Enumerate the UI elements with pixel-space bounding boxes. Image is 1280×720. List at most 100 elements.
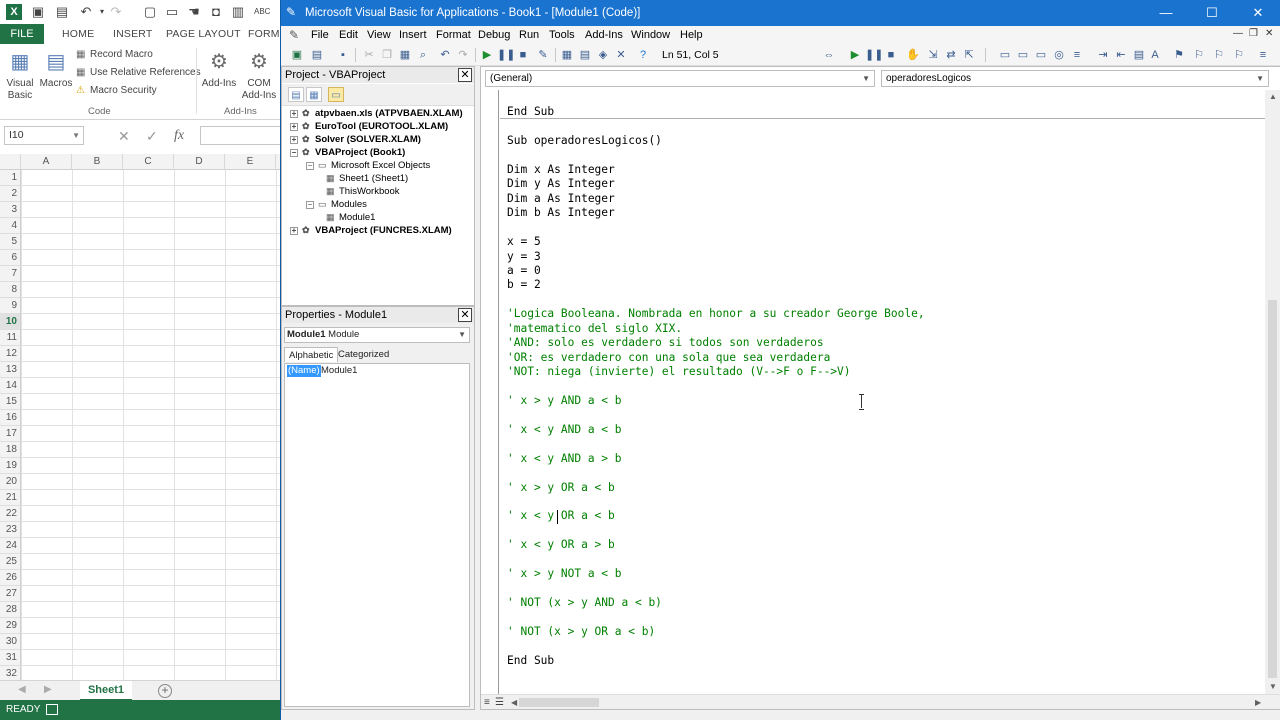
row-header[interactable]: 14	[0, 378, 20, 394]
collapse-icon[interactable]: −	[290, 149, 298, 157]
code-line[interactable]: Dim x As Integer	[507, 163, 615, 177]
property-row-name[interactable]: (Name) Module1	[285, 364, 469, 378]
step-into-icon[interactable]: ⇲	[925, 47, 941, 63]
project-explorer-icon[interactable]: ▦	[559, 47, 575, 63]
project-tree-item[interactable]: + ✿ Solver (SOLVER.XLAM)	[290, 133, 421, 146]
procedure-combo[interactable]: operadoresLogicos ▼	[881, 70, 1269, 87]
menu-debug[interactable]: Debug	[478, 26, 510, 44]
pause-icon[interactable]: ❚❚	[865, 47, 883, 63]
view-excel-icon[interactable]: ▣	[289, 47, 305, 63]
code-line[interactable]: ' NOT (x > y AND a < b)	[507, 596, 662, 610]
row-header[interactable]: 2	[0, 186, 20, 202]
property-value[interactable]: Module1	[321, 364, 357, 378]
menu-run[interactable]: Run	[519, 26, 539, 44]
code-line[interactable]: ' x > y NOT a < b	[507, 567, 622, 581]
scroll-right-icon[interactable]: ▶	[1255, 698, 1261, 707]
relative-references-button[interactable]: ▦ Use Relative References	[76, 65, 201, 81]
enter-formula-icon[interactable]: ✓	[146, 127, 158, 145]
project-pane-close-button[interactable]: ✕	[458, 68, 472, 82]
quick-watch-icon[interactable]: ◎	[1051, 47, 1067, 63]
complete-word-icon[interactable]: A	[1147, 47, 1163, 63]
maximize-button[interactable]: ☐	[1189, 0, 1235, 26]
object-combo[interactable]: (General) ▼	[485, 70, 875, 87]
project-tree-item[interactable]: ▦ Sheet1 (Sheet1)	[326, 172, 408, 185]
code-line[interactable]: 'Logica Booleana. Nombrada en honor a su…	[507, 307, 925, 321]
row-header[interactable]: 18	[0, 442, 20, 458]
save-icon[interactable]: ▪	[335, 47, 351, 63]
step-out-icon[interactable]: ⇱	[961, 47, 977, 63]
minimize-button[interactable]: —	[1143, 0, 1189, 26]
menu-format[interactable]: Format	[436, 26, 471, 44]
code-line[interactable]: Dim y As Integer	[507, 177, 615, 191]
touch-mode-icon[interactable]: ☚	[186, 4, 202, 20]
code-editor[interactable]: End Sub Sub operadoresLogicos() Dim x As I…	[500, 90, 1266, 694]
com-add-ins-button[interactable]: ⚙ COM Add-Ins	[240, 48, 278, 102]
code-line[interactable]: Dim b As Integer	[507, 206, 615, 220]
row-header[interactable]: 21	[0, 490, 20, 506]
project-tree-item[interactable]: + ✿ atpvbaen.xls (ATPVBAEN.XLAM)	[290, 107, 463, 120]
margin-indicator-bar[interactable]	[481, 90, 499, 694]
child-minimize-icon[interactable]: —	[1233, 28, 1243, 39]
macro-recording-icon[interactable]	[46, 704, 58, 715]
code-line[interactable]: ' x > y AND a < b	[507, 394, 622, 408]
project-tree-item[interactable]: ▦ ThisWorkbook	[326, 185, 400, 198]
next-bookmark-icon[interactable]: ⚐	[1191, 47, 1207, 63]
indent-icon[interactable]: ⇥	[1095, 47, 1111, 63]
macros-button[interactable]: ▤ Macros	[38, 48, 74, 90]
prev-bookmark-icon[interactable]: ⚐	[1211, 47, 1227, 63]
code-line[interactable]: ' x > y OR a < b	[507, 481, 615, 495]
code-line[interactable]: 'AND: solo es verdadero si todos son ver…	[507, 336, 824, 350]
child-restore-icon[interactable]: ❐	[1249, 28, 1258, 39]
row-header[interactable]: 26	[0, 570, 20, 586]
collapse-icon[interactable]: −	[306, 201, 314, 209]
scroll-down-icon[interactable]: ▼	[1269, 682, 1277, 691]
cut-icon[interactable]: ✂	[361, 47, 377, 63]
insert-module-icon[interactable]: ▤	[309, 47, 325, 63]
select-all-corner[interactable]	[0, 154, 21, 170]
toolbox-icon[interactable]: ✕	[613, 47, 629, 63]
menu-view[interactable]: View	[367, 26, 391, 44]
properties-pane-close-button[interactable]: ✕	[458, 308, 472, 322]
column-header[interactable]: D	[174, 154, 225, 170]
expand-icon[interactable]: +	[290, 227, 298, 235]
new-file-icon[interactable]: ▢	[142, 4, 158, 20]
save-as-icon[interactable]: ▤	[54, 4, 70, 20]
outdent-icon[interactable]: ⇤	[1113, 47, 1129, 63]
expand-icon[interactable]: +	[290, 110, 298, 118]
paste-icon[interactable]: ▦	[397, 47, 413, 63]
design-mode-icon[interactable]: ✎	[535, 47, 551, 63]
tab-page-layout[interactable]: PAGE LAYOUT	[166, 24, 241, 44]
row-header[interactable]: 30	[0, 634, 20, 650]
scroll-left-icon[interactable]: ◀	[511, 698, 517, 707]
open-folder-icon[interactable]: ▭	[164, 4, 180, 20]
name-box[interactable]: I10 ▼	[4, 126, 84, 145]
row-header[interactable]: 16	[0, 410, 20, 426]
debug-toolbar-icon[interactable]: ⇔	[821, 47, 837, 63]
code-line[interactable]: Dim a As Integer	[507, 192, 615, 206]
row-header[interactable]: 9	[0, 298, 20, 314]
toggle-folders-icon[interactable]: ▭	[328, 87, 344, 102]
row-header[interactable]: 28	[0, 602, 20, 618]
code-line[interactable]: End Sub	[507, 105, 554, 119]
project-tree-item[interactable]: ▦ Module1	[326, 211, 375, 224]
break-icon[interactable]: ❚❚	[497, 47, 515, 63]
menu-tools[interactable]: Tools	[549, 26, 575, 44]
code-line[interactable]: 'OR: es verdadero con una sola que sea v…	[507, 351, 830, 365]
expand-icon[interactable]: +	[290, 136, 298, 144]
add-ins-button[interactable]: ⚙ Add-Ins	[200, 48, 238, 90]
prev-sheet-icon[interactable]: ◀	[18, 684, 26, 695]
row-header[interactable]: 7	[0, 266, 20, 282]
column-header[interactable]: B	[72, 154, 123, 170]
call-stack-icon[interactable]: ≡	[1069, 47, 1085, 63]
horizontal-scrollbar[interactable]: ≡ ☰ ◀ ▶	[481, 694, 1280, 709]
project-tree-item[interactable]: − ✿ VBAProject (Book1)	[290, 146, 405, 159]
tab-file[interactable]: FILE	[0, 24, 44, 44]
expand-icon[interactable]: +	[290, 123, 298, 131]
child-close-icon[interactable]: ✕	[1265, 28, 1273, 39]
run-icon[interactable]: ▶	[479, 47, 495, 63]
code-line[interactable]: a = 0	[507, 264, 541, 278]
vertical-scrollbar[interactable]: ▲ ▼	[1265, 90, 1280, 694]
add-sheet-button[interactable]: +	[158, 684, 172, 698]
toggle-breakpoint-icon[interactable]: ✋	[905, 47, 921, 63]
menu-help[interactable]: Help	[680, 26, 703, 44]
